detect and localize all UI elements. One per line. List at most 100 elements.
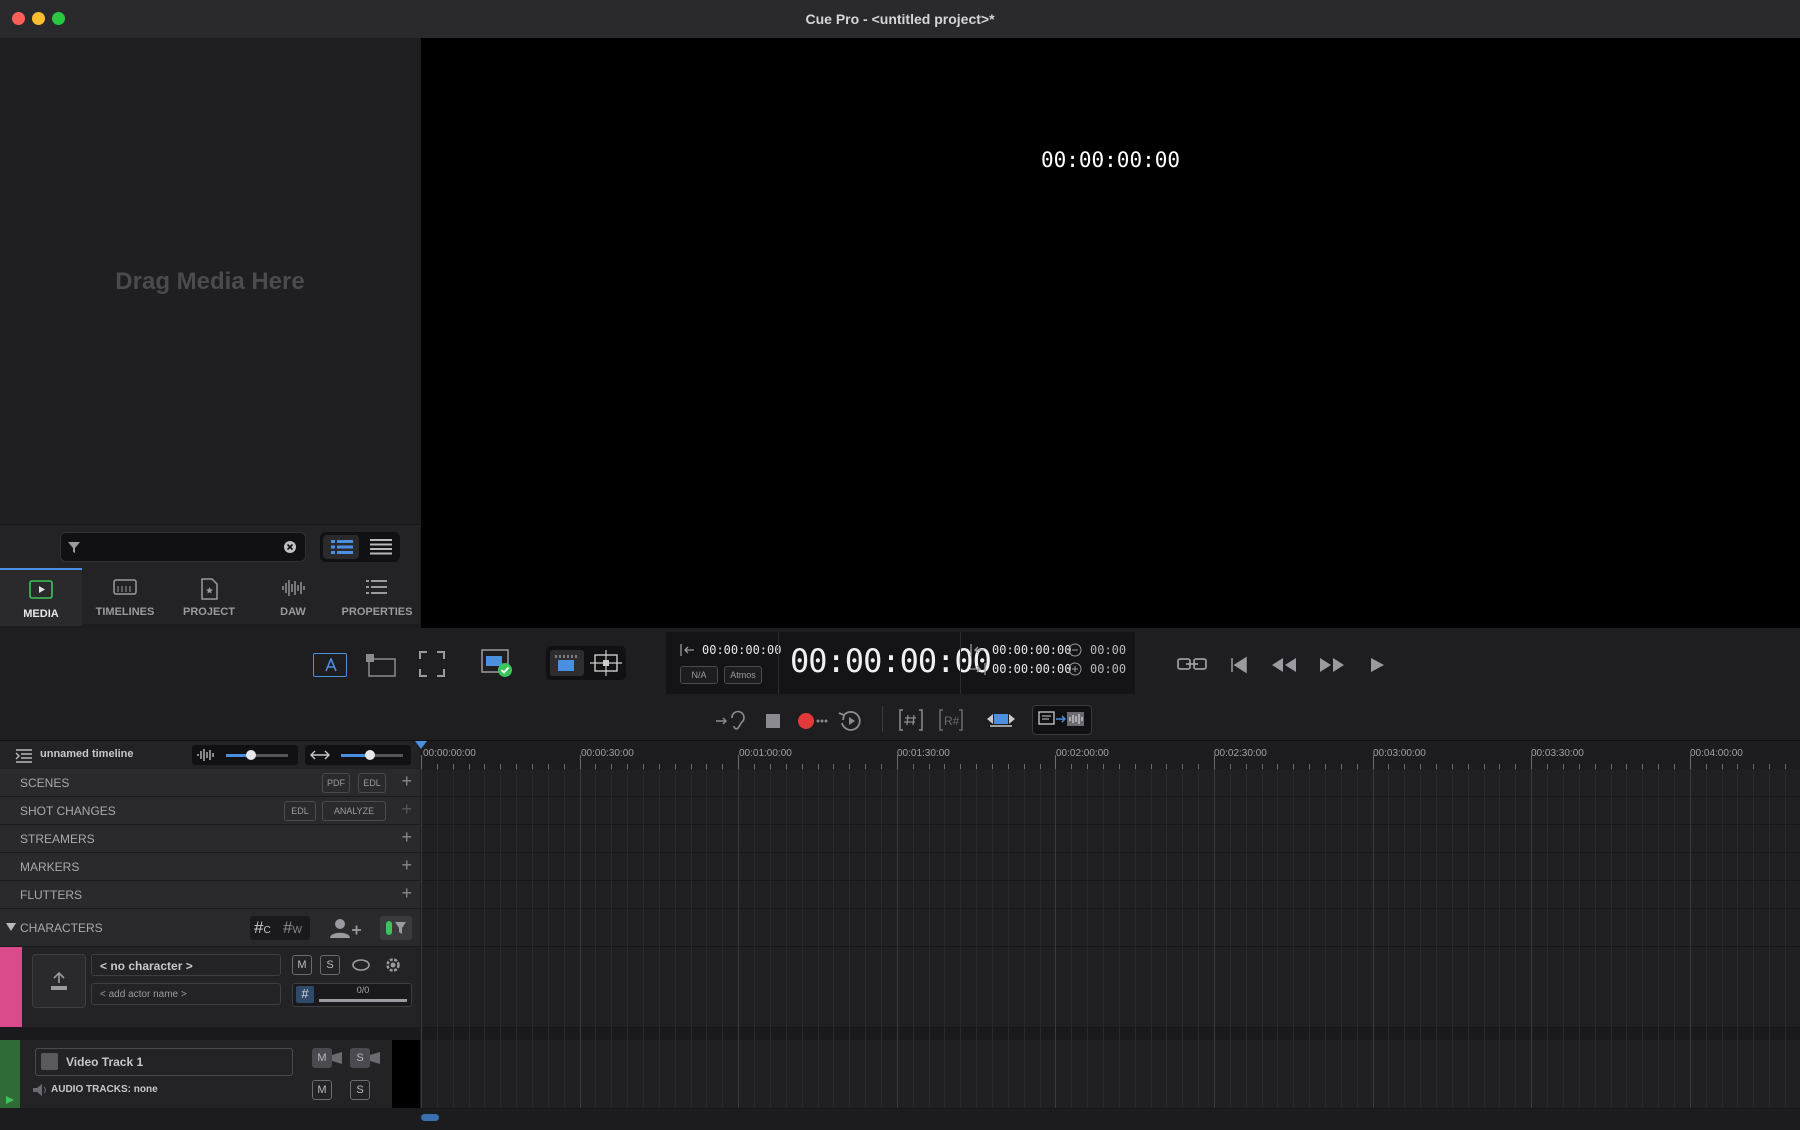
- text-to-audio-toggle[interactable]: [1032, 705, 1092, 735]
- streamers-lane[interactable]: [421, 825, 1800, 853]
- actor-name-field[interactable]: < add actor name >: [91, 983, 281, 1005]
- visibility-eye-icon[interactable]: [351, 957, 371, 973]
- add-scene-button[interactable]: +: [401, 772, 412, 790]
- plus-circle-icon[interactable]: [1068, 662, 1082, 676]
- waveform-zoom-slider[interactable]: [192, 745, 298, 765]
- characters-row: CHARACTERS #C #W: [0, 909, 420, 947]
- range-out-timecode[interactable]: 00:00:00:00: [992, 662, 1071, 676]
- analyze-button[interactable]: ANALYZE: [322, 801, 386, 821]
- scenes-pdf-button[interactable]: PDF: [322, 773, 350, 793]
- number-bracket-icon[interactable]: [898, 708, 924, 732]
- title-bar: Cue Pro - <untitled project>*: [0, 0, 1800, 39]
- tab-timelines[interactable]: TIMELINES: [84, 568, 166, 624]
- video-track-name-field[interactable]: Video Track 1: [35, 1048, 293, 1076]
- video-viewer[interactable]: 00:00:00:00: [421, 38, 1800, 628]
- na-button[interactable]: N/A: [680, 666, 718, 684]
- add-marker-button[interactable]: +: [401, 856, 412, 874]
- clear-search-icon[interactable]: [283, 540, 297, 554]
- minus-circle-icon[interactable]: [1068, 643, 1082, 657]
- character-color-strip[interactable]: [0, 947, 22, 1027]
- character-solo-button[interactable]: S: [320, 955, 340, 975]
- auto-mode-button[interactable]: [313, 653, 347, 677]
- audio-mute-button[interactable]: M: [312, 1080, 332, 1100]
- fullscreen-icon[interactable]: [418, 650, 446, 678]
- in-timecode[interactable]: 00:00:00:00: [702, 643, 781, 657]
- ruler-minor-ticks: [421, 755, 1800, 769]
- range-in-timecode[interactable]: 00:00:00:00: [992, 643, 1071, 657]
- picture-in-picture-icon[interactable]: [365, 650, 397, 678]
- video-solo-button[interactable]: S: [350, 1048, 380, 1068]
- media-drop-area[interactable]: Drag Media Here: [0, 38, 420, 524]
- tab-properties[interactable]: PROPERTIES: [336, 568, 418, 624]
- camera-icon: [332, 1052, 342, 1064]
- timeline-menu-icon[interactable]: [15, 748, 33, 764]
- rewind-icon[interactable]: [1270, 656, 1298, 674]
- go-to-start-icon[interactable]: [1230, 656, 1248, 674]
- fast-forward-icon[interactable]: [1318, 656, 1346, 674]
- atmos-button[interactable]: Atmos: [724, 666, 762, 684]
- horizontal-scrollbar-thumb[interactable]: [421, 1114, 439, 1121]
- character-name-field[interactable]: < no character >: [91, 954, 281, 976]
- svg-text:R#: R#: [944, 714, 960, 728]
- compact-list-view-button[interactable]: [362, 535, 398, 559]
- filmstrip-icon[interactable]: [550, 650, 584, 676]
- loop-icon[interactable]: [1176, 656, 1208, 674]
- character-count-icon[interactable]: #C: [254, 918, 271, 938]
- listen-in-icon[interactable]: [716, 710, 746, 732]
- audio-solo-button[interactable]: S: [350, 1080, 370, 1100]
- flutters-lane[interactable]: [421, 881, 1800, 909]
- add-shot-change-button[interactable]: +: [401, 800, 412, 818]
- timeline-ruler[interactable]: 00:00:00:00 00:00:30:00 00:01:00:00 00:0…: [415, 741, 1800, 769]
- minus-offset[interactable]: 00:00: [1090, 643, 1126, 657]
- character-track-lane[interactable]: [421, 947, 1800, 1028]
- scenes-edl-button[interactable]: EDL: [358, 773, 386, 793]
- horizontal-zoom-slider[interactable]: [305, 745, 411, 765]
- word-count-icon[interactable]: #W: [283, 918, 302, 938]
- in-point-icon: [680, 644, 694, 656]
- play-icon[interactable]: [1368, 656, 1386, 674]
- list-view-button[interactable]: [323, 535, 359, 559]
- render-check-icon[interactable]: [480, 648, 514, 678]
- gear-icon[interactable]: [384, 956, 402, 974]
- scenes-lane[interactable]: [421, 769, 1800, 797]
- characters-lane[interactable]: [421, 909, 1800, 947]
- timeline-lanes[interactable]: [421, 769, 1800, 1129]
- filter-icon: [68, 542, 80, 553]
- add-character-icon[interactable]: [330, 918, 362, 940]
- character-avatar[interactable]: [32, 954, 86, 1008]
- video-track-lane[interactable]: [421, 1040, 1800, 1109]
- plus-offset[interactable]: 00:00: [1090, 662, 1126, 676]
- properties-list-icon: [366, 580, 387, 594]
- waveform-icon: [282, 580, 305, 596]
- add-streamer-button[interactable]: +: [401, 828, 412, 846]
- slider-thumb[interactable]: [365, 750, 375, 760]
- tab-daw[interactable]: DAW: [252, 568, 334, 624]
- crosshair-target-icon[interactable]: [590, 650, 622, 676]
- record-icon[interactable]: [797, 712, 829, 730]
- sync-arrows-icon[interactable]: [986, 710, 1016, 730]
- compact-list-icon: [370, 539, 392, 555]
- tab-media[interactable]: MEDIA: [0, 568, 82, 626]
- ruler-tick-label: 00:04:00:00: [1690, 748, 1743, 759]
- timelines-icon: [113, 579, 137, 595]
- play-triangle-icon[interactable]: [6, 1096, 14, 1104]
- collapse-triangle-icon[interactable]: [6, 923, 16, 931]
- video-mute-button[interactable]: M: [312, 1048, 342, 1068]
- detailed-list-icon: [331, 540, 353, 554]
- video-track-checkbox[interactable]: [41, 1053, 58, 1070]
- character-mute-button[interactable]: M: [292, 955, 312, 975]
- replay-icon[interactable]: [838, 709, 864, 733]
- timeline-name[interactable]: unnamed timeline: [40, 748, 134, 760]
- audio-tracks-label: AUDIO TRACKS: none: [51, 1084, 158, 1095]
- media-search-input[interactable]: [60, 532, 306, 562]
- stop-icon[interactable]: [765, 713, 781, 729]
- markers-lane[interactable]: [421, 853, 1800, 881]
- renumber-icon[interactable]: R#: [938, 708, 964, 732]
- tab-project[interactable]: PROJECT: [168, 568, 250, 624]
- timeline-header: unnamed timeline: [0, 741, 420, 769]
- character-filter-button[interactable]: [380, 916, 412, 940]
- shot-changes-lane[interactable]: [421, 797, 1800, 825]
- slider-thumb[interactable]: [246, 750, 256, 760]
- add-flutter-button[interactable]: +: [401, 884, 412, 902]
- shot-edl-button[interactable]: EDL: [284, 801, 316, 821]
